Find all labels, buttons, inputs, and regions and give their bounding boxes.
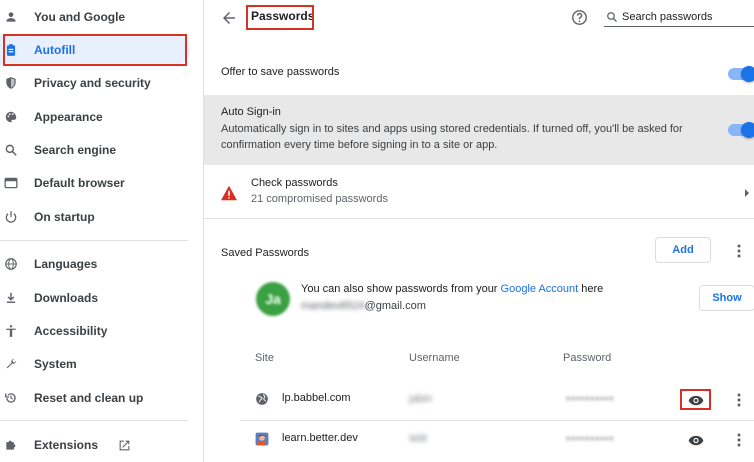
auto-signin-title: Auto Sign-in [221, 106, 281, 118]
power-icon [3, 209, 19, 225]
email-username-blurred: mandev8524 [301, 300, 365, 312]
sidebar-item-autofill[interactable]: Autofill [0, 35, 190, 65]
sidebar-item-label: Default browser [34, 176, 125, 190]
chevron-right-icon [744, 187, 750, 197]
sidebar-item-search-engine[interactable]: Search engine [0, 135, 190, 165]
sidebar-item-accessibility[interactable]: Accessibility [0, 316, 190, 346]
sidebar-item-default-browser[interactable]: Default browser [0, 168, 190, 198]
account-notice-suffix: here [578, 283, 604, 295]
sidebar-item-label: System [34, 357, 77, 371]
show-password-eye-icon[interactable] [687, 393, 705, 407]
table-row: lp.babbel.com jabin •••••••••• [204, 380, 754, 420]
saved-passwords-heading: Saved Passwords [221, 247, 310, 259]
sidebar-item-label: Reset and clean up [34, 391, 144, 405]
username-blurred: Will [409, 433, 427, 445]
auto-signin-row: Auto Sign-in Automatically sign in to si… [204, 95, 754, 165]
sidebar-item-label: You and Google [34, 10, 126, 24]
restore-icon [3, 390, 19, 406]
settings-sidebar: You and Google Autofill Privacy and secu… [0, 0, 190, 462]
site-name: lp.babbel.com [282, 392, 351, 404]
sidebar-item-label: Languages [34, 257, 98, 271]
avatar: Ja [256, 282, 290, 316]
shield-icon [3, 75, 19, 91]
email-domain: @gmail.com [364, 300, 426, 312]
page-title: Passwords [251, 9, 315, 23]
wrench-icon [3, 356, 19, 372]
accessibility-icon [3, 323, 19, 339]
sidebar-item-appearance[interactable]: Appearance [0, 102, 190, 132]
password-masked: •••••••••• [566, 393, 615, 405]
download-icon [3, 290, 19, 306]
offer-to-save-toggle[interactable] [728, 66, 754, 82]
search-icon [606, 11, 618, 23]
puzzle-icon [3, 437, 19, 453]
google-account-notice: You can also show passwords from your Go… [301, 283, 603, 295]
sidebar-item-extensions[interactable]: Extensions [0, 430, 190, 460]
show-password-eye-icon[interactable] [687, 433, 705, 447]
sidebar-item-label: Search engine [34, 143, 117, 157]
back-arrow-icon[interactable] [220, 9, 238, 27]
sidebar-item-label: Downloads [34, 291, 99, 305]
account-notice-prefix: You can also show passwords from your [301, 283, 501, 295]
search-icon [3, 142, 19, 158]
column-header-username: Username [409, 352, 460, 364]
person-icon [3, 9, 19, 25]
more-options-icon[interactable] [734, 243, 744, 259]
row-more-options-icon[interactable] [734, 392, 744, 408]
sidebar-divider [0, 240, 188, 241]
search-input[interactable] [622, 10, 750, 23]
column-header-site: Site [255, 352, 274, 364]
column-header-password: Password [563, 352, 612, 364]
account-email: mandev8524@gmail.com [301, 300, 426, 312]
sidebar-item-label: On startup [34, 210, 95, 224]
check-passwords-subtitle: 21 compromised passwords [251, 193, 388, 205]
table-row: learn.better.dev Will •••••••••• [204, 422, 754, 462]
check-passwords-row[interactable]: Check passwords 21 compromised passwords [204, 166, 754, 218]
sidebar-item-label: Extensions [34, 438, 99, 452]
sidebar-item-label: Privacy and security [34, 76, 151, 90]
google-account-link[interactable]: Google Account [501, 283, 579, 295]
sidebar-item-system[interactable]: System [0, 349, 190, 379]
help-icon[interactable] [571, 9, 588, 26]
auto-signin-description: Automatically sign in to sites and apps … [221, 123, 683, 151]
row-more-options-icon[interactable] [734, 432, 744, 448]
open-in-new-icon [118, 439, 131, 452]
check-passwords-title: Check passwords [251, 177, 338, 189]
search-field [604, 7, 754, 27]
sidebar-item-label: Accessibility [34, 324, 108, 338]
sidebar-item-on-startup[interactable]: On startup [0, 202, 190, 232]
sidebar-divider [0, 420, 188, 421]
warning-icon [220, 185, 238, 201]
clipboard-icon [3, 42, 19, 58]
offer-to-save-label: Offer to save passwords [221, 66, 340, 78]
globe-icon [3, 256, 19, 272]
offer-to-save-row: Offer to save passwords [204, 58, 754, 88]
sidebar-item-languages[interactable]: Languages [0, 249, 190, 279]
sidebar-item-you-and-google[interactable]: You and Google [0, 2, 190, 32]
password-masked: •••••••••• [566, 433, 615, 445]
palette-icon [3, 109, 19, 125]
section-divider [204, 218, 754, 219]
site-name: learn.better.dev [282, 432, 358, 444]
globe-icon [255, 392, 269, 406]
username-blurred: jabin [409, 393, 433, 405]
sidebar-item-downloads[interactable]: Downloads [0, 283, 190, 313]
passwords-panel: Passwords Offer to save passwords Auto S… [204, 0, 754, 462]
show-account-passwords-button[interactable]: Show [699, 285, 754, 311]
row-divider [240, 420, 754, 421]
sidebar-item-privacy[interactable]: Privacy and security [0, 68, 190, 98]
add-password-button[interactable]: Add [655, 237, 711, 263]
sidebar-item-reset[interactable]: Reset and clean up [0, 383, 190, 413]
browser-icon [3, 175, 19, 191]
sidebar-item-label: Autofill [34, 43, 76, 57]
site-favicon-icon [255, 432, 269, 446]
auto-signin-toggle[interactable] [728, 122, 754, 138]
sidebar-item-label: Appearance [34, 110, 103, 124]
page-header: Passwords [204, 0, 754, 36]
